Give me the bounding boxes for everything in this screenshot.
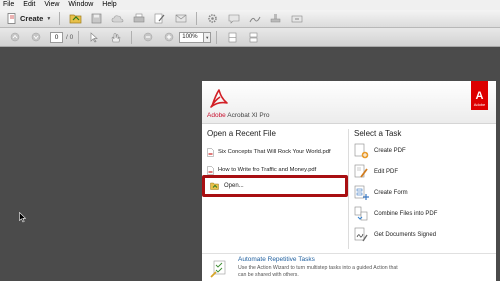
task-create-pdf[interactable]: Create PDF	[354, 142, 492, 159]
zoom-in-icon[interactable]	[162, 31, 175, 43]
menu-help[interactable]: Help	[102, 0, 116, 10]
automate-tasks-section: Automate Repetitive Tasks Use the Action…	[210, 256, 490, 281]
menu-file[interactable]: File	[3, 0, 14, 10]
task-label: Get Documents Signed	[374, 231, 437, 238]
welcome-panel: Adobe Acrobat XI Pro A Adobe Open a Rece…	[202, 81, 496, 281]
task-section: Select a Task Create PDF Edit PDF Create…	[354, 129, 492, 243]
email-icon[interactable]	[174, 13, 187, 25]
combine-files-icon	[354, 206, 368, 220]
welcome-header: Adobe Acrobat XI Pro A Adobe	[202, 81, 496, 124]
open-file-label: Open...	[224, 183, 244, 189]
mouse-cursor-icon	[19, 212, 27, 223]
page-number-input[interactable]: 0	[50, 31, 63, 43]
zoom-out-icon[interactable]	[141, 31, 154, 43]
toolbar-divider	[78, 30, 80, 44]
gear-icon[interactable]	[206, 13, 219, 25]
menu-window[interactable]: Window	[68, 0, 93, 10]
adobe-logo-icon: A	[475, 90, 484, 102]
cloud-upload-icon[interactable]	[111, 13, 124, 25]
automate-tasks-link[interactable]: Automate Repetitive Tasks	[238, 256, 315, 263]
task-combine-files[interactable]: Combine Files into PDF	[354, 205, 492, 222]
acrobat-logo-icon	[210, 89, 228, 108]
automate-tasks-description: Use the Action Wizard to turn multistep …	[238, 265, 398, 278]
main-toolbar: Create ▼	[0, 10, 500, 28]
pdf-file-icon	[207, 165, 214, 175]
share-icon[interactable]	[290, 13, 303, 25]
pdf-file-icon	[207, 147, 214, 157]
task-label: Edit PDF	[374, 168, 399, 175]
task-edit-pdf[interactable]: Edit PDF	[354, 163, 492, 180]
previous-page-icon[interactable]	[8, 31, 21, 43]
menu-view[interactable]: View	[44, 0, 59, 10]
menu-bar: File Edit View Window Help	[0, 0, 500, 10]
create-pdf-icon	[7, 13, 16, 24]
sign-icon[interactable]	[248, 13, 261, 25]
section-divider	[202, 253, 496, 254]
task-label: Create PDF	[374, 147, 406, 154]
task-create-form[interactable]: Create Form	[354, 184, 492, 201]
next-page-icon[interactable]	[29, 31, 42, 43]
section-divider	[348, 129, 349, 249]
recent-file-item[interactable]: Six Concepts That Will Rock Your World.p…	[207, 146, 342, 158]
menu-edit[interactable]: Edit	[23, 0, 35, 10]
scroll-mode-icon[interactable]	[247, 31, 260, 43]
action-wizard-icon	[210, 260, 226, 278]
stamp-icon[interactable]	[269, 13, 282, 25]
zoom-level-field[interactable]: 100%	[179, 31, 205, 43]
task-section-title: Select a Task	[354, 129, 402, 138]
product-title: Acrobat XI Pro	[225, 112, 270, 119]
page-count: / 0	[66, 33, 74, 41]
recent-files-section: Open a Recent File Six Concepts That Wil…	[207, 129, 342, 176]
fit-page-icon[interactable]	[226, 31, 239, 43]
open-file-button[interactable]: Open...	[202, 175, 348, 197]
recent-files-title: Open a Recent File	[207, 129, 276, 138]
print-icon[interactable]	[132, 13, 145, 25]
adobe-badge: A Adobe	[471, 81, 488, 110]
edit-pdf-icon	[354, 164, 368, 178]
toolbar-divider	[216, 30, 218, 44]
chevron-down-icon[interactable]: ▼	[204, 31, 212, 43]
task-label: Combine Files into PDF	[374, 210, 438, 217]
open-folder-icon	[210, 182, 219, 190]
task-label: Create Form	[374, 189, 408, 196]
recent-file-label: Six Concepts That Will Rock Your World.p…	[218, 149, 331, 155]
create-button-label: Create	[20, 14, 44, 23]
adobe-badge-text: Adobe	[473, 102, 486, 107]
save-icon[interactable]	[90, 13, 103, 25]
task-get-signed[interactable]: Get Documents Signed	[354, 226, 492, 243]
product-brand: Adobe	[207, 112, 226, 119]
chevron-down-icon: ▼	[46, 15, 52, 22]
create-pdf-icon	[354, 143, 369, 158]
comment-icon[interactable]	[227, 13, 240, 25]
sign-document-icon	[354, 227, 368, 241]
product-name: Adobe Acrobat XI Pro	[207, 112, 270, 119]
toolbar-divider	[59, 12, 61, 25]
create-button[interactable]: Create ▼	[4, 12, 54, 25]
toolbar-divider	[196, 12, 198, 25]
toolbar-divider	[131, 30, 133, 44]
navigation-toolbar: 0 / 0 100% ▼	[0, 28, 500, 47]
open-folder-icon[interactable]	[69, 13, 82, 25]
edit-doc-icon[interactable]	[153, 13, 166, 25]
hand-tool-icon[interactable]	[109, 31, 122, 43]
create-form-icon	[354, 185, 369, 200]
recent-file-label: How to Write fro Traffic and Money.pdf	[218, 167, 317, 173]
select-cursor-icon[interactable]	[88, 31, 101, 43]
